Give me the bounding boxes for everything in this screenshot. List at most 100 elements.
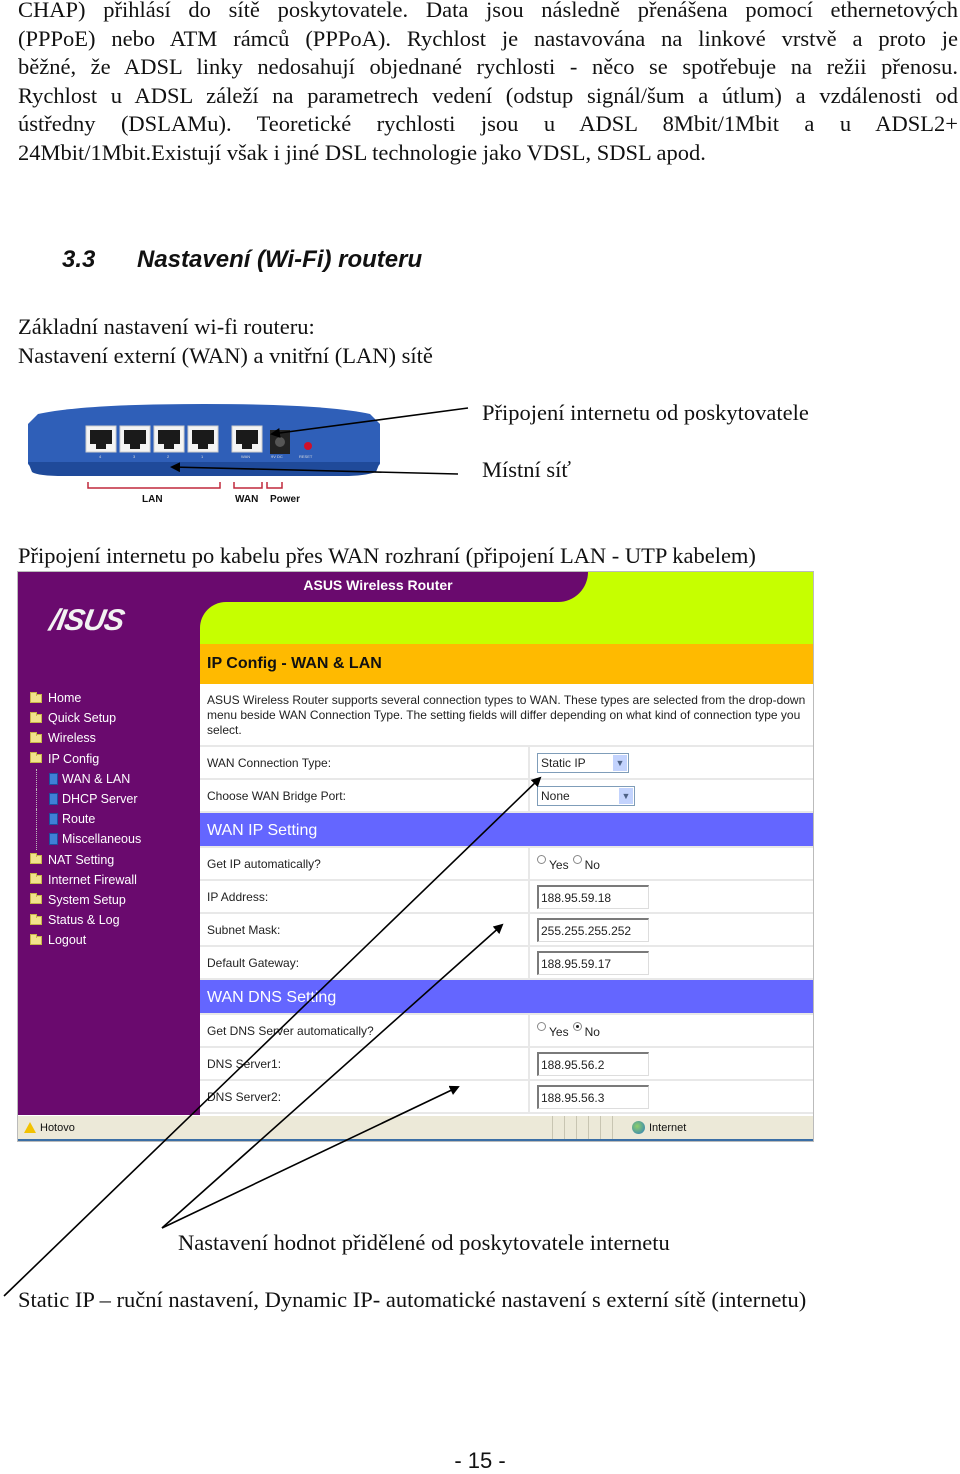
folder-icon <box>30 853 42 865</box>
caption-provider-values: Nastavení hodnot přidělené od poskytovat… <box>178 1230 670 1255</box>
sidebar-menu: Home Quick Setup Wireless IP Config WAN … <box>30 688 141 950</box>
default-gateway-input[interactable]: 188.95.59.17 <box>537 950 649 975</box>
form-row: Choose WAN Bridge Port: None ▼ <box>200 780 813 813</box>
page-icon <box>49 793 58 806</box>
section-heading: 3.3 Nastavení (Wi-Fi) routeru <box>62 246 422 274</box>
form-row: Subnet Mask: 255.255.255.252 <box>200 914 813 947</box>
folder-icon <box>30 873 42 885</box>
intro-text: ASUS Wireless Router supports several co… <box>200 684 813 747</box>
wan-dns-setting-header: WAN DNS Setting <box>200 980 813 1015</box>
menu-item-wireless[interactable]: Wireless <box>30 728 141 748</box>
menu-item-logout[interactable]: Logout <box>30 930 141 950</box>
folder-icon <box>30 933 42 945</box>
form-row: DNS Server1: 188.95.56.2 <box>200 1048 813 1081</box>
subtitle-wan-lan: Nastavení externí (WAN) a vnitřní (LAN) … <box>18 343 433 368</box>
page-icon <box>49 813 58 826</box>
port-label: WAN <box>241 454 250 459</box>
menu-item-status-log[interactable]: Status & Log <box>30 910 141 930</box>
chevron-down-icon: ▼ <box>613 754 627 771</box>
globe-icon <box>632 1121 645 1134</box>
paragraph-line: 24Mbit/1Mbit.Existují však i jiné DSL te… <box>18 139 706 165</box>
subtitle-basic-settings: Základní nastavení wi-fi routeru: <box>18 314 315 339</box>
form-row: Get DNS Server automatically? Yes No <box>200 1015 813 1048</box>
reset-button <box>304 442 312 450</box>
router-back-panel-image: 4 3 2 1 WAN 9V DC RESET LAN WAN Power <box>28 404 380 505</box>
status-zone: Internet <box>649 1121 687 1134</box>
get-ip-auto-no-radio[interactable]: No <box>572 855 600 872</box>
wan-bracket <box>233 482 263 489</box>
ip-address-input[interactable]: 188.95.59.18 <box>537 884 649 909</box>
asus-logo: /ISUS <box>47 604 127 637</box>
get-dns-auto-no-radio[interactable]: No <box>572 1022 600 1039</box>
folder-icon <box>30 711 42 723</box>
get-ip-auto-yes-radio[interactable]: Yes <box>537 855 569 872</box>
page-number: - 15 - <box>454 1448 506 1473</box>
folder-icon <box>30 731 42 743</box>
folder-icon <box>30 893 42 905</box>
page-icon <box>49 772 58 785</box>
wan-connection-type-label: WAN Connection Type: <box>200 747 530 778</box>
intro-paragraph: CHAP) přihlásí do sítě poskytovatele. Da… <box>18 0 958 168</box>
subnet-mask-label: Subnet Mask: <box>200 914 530 945</box>
page-icon <box>49 833 58 846</box>
folder-icon <box>30 913 42 925</box>
dns-server1-label: DNS Server1: <box>200 1048 530 1079</box>
menu-item-home[interactable]: Home <box>30 688 141 708</box>
menu-item-wan-lan[interactable]: WAN & LAN <box>36 768 141 789</box>
wan-label: WAN <box>235 494 258 505</box>
callout-local-network: Místní síť <box>482 457 572 482</box>
folder-icon <box>30 691 42 703</box>
paragraph-line: (PPPoE) nebo ATM rámců (PPPoA). Rychlost… <box>18 25 958 51</box>
wan-bridge-port-label: Choose WAN Bridge Port: <box>200 780 530 811</box>
ip-address-label: IP Address: <box>200 881 530 912</box>
paragraph-line: běžné, že ADSL linky nedosahují objednan… <box>18 54 958 80</box>
warning-icon <box>24 1122 36 1133</box>
wan-bridge-port-select[interactable]: None ▼ <box>537 785 635 806</box>
menu-item-quick-setup[interactable]: Quick Setup <box>30 708 141 728</box>
get-dns-auto-yes-radio[interactable]: Yes <box>537 1022 569 1039</box>
lan-bracket <box>87 482 221 489</box>
menu-item-miscellaneous[interactable]: Miscellaneous <box>36 829 141 850</box>
power-label: Power <box>270 494 300 505</box>
power-bracket <box>266 482 283 489</box>
callout-internet-from-provider: Připojení internetu od poskytovatele <box>482 400 809 425</box>
caption-wan-connection: Připojení internetu po kabelu přes WAN r… <box>18 543 756 568</box>
menu-item-route[interactable]: Route <box>36 809 141 830</box>
menu-item-internet-firewall[interactable]: Internet Firewall <box>30 870 141 890</box>
window-title: ASUS Wireless Router <box>168 572 588 602</box>
subnet-mask-input[interactable]: 255.255.255.252 <box>537 917 649 942</box>
router-base <box>28 462 380 476</box>
form-row: WAN Connection Type: Static IP ▼ <box>200 747 813 780</box>
port-label: 9V DC <box>271 454 283 459</box>
status-text: Hotovo <box>40 1121 75 1134</box>
wan-ip-setting-header: WAN IP Setting <box>200 813 813 848</box>
form-row: DNS Server2: 188.95.56.3 <box>200 1081 813 1114</box>
settings-form: ASUS Wireless Router supports several co… <box>200 684 813 1114</box>
chevron-down-icon: ▼ <box>619 787 633 804</box>
form-row: Get IP automatically? Yes No <box>200 848 813 881</box>
caption-static-dynamic-ip: Static IP – ruční nastavení, Dynamic IP-… <box>18 1287 807 1312</box>
asus-router-screenshot: ASUS Wireless Router /ISUS IP Config - W… <box>17 571 814 1142</box>
browser-status-bar: Hotovo Internet <box>18 1115 813 1141</box>
paragraph-line: ústředny (DSLAMu). Teoretické rychlosti … <box>18 111 958 137</box>
menu-item-nat-setting[interactable]: NAT Setting <box>30 850 141 870</box>
section-number: 3.3 <box>62 246 96 273</box>
dns-server2-input[interactable]: 188.95.56.3 <box>537 1084 649 1109</box>
wan-connection-type-select[interactable]: Static IP ▼ <box>537 752 629 773</box>
menu-item-ip-config[interactable]: IP Config <box>30 749 141 769</box>
menu-item-dhcp-server[interactable]: DHCP Server <box>36 788 141 810</box>
lan-label: LAN <box>142 494 163 505</box>
get-ip-auto-label: Get IP automatically? <box>200 848 530 879</box>
page-title: IP Config - WAN & LAN <box>200 644 813 684</box>
port-label: RESET <box>299 454 313 459</box>
dns-server2-label: DNS Server2: <box>200 1081 530 1112</box>
paragraph-line: CHAP) přihlásí do sítě poskytovatele. Da… <box>18 0 958 22</box>
get-dns-auto-label: Get DNS Server automatically? <box>200 1015 530 1046</box>
paragraph-line: Rychlost u ADSL záleží na parametrech ve… <box>18 82 958 108</box>
default-gateway-label: Default Gateway: <box>200 947 530 978</box>
form-row: Default Gateway: 188.95.59.17 <box>200 947 813 980</box>
folder-open-icon <box>30 752 42 764</box>
section-title: Nastavení (Wi-Fi) routeru <box>137 246 423 273</box>
menu-item-system-setup[interactable]: System Setup <box>30 890 141 910</box>
dns-server1-input[interactable]: 188.95.56.2 <box>537 1051 649 1076</box>
